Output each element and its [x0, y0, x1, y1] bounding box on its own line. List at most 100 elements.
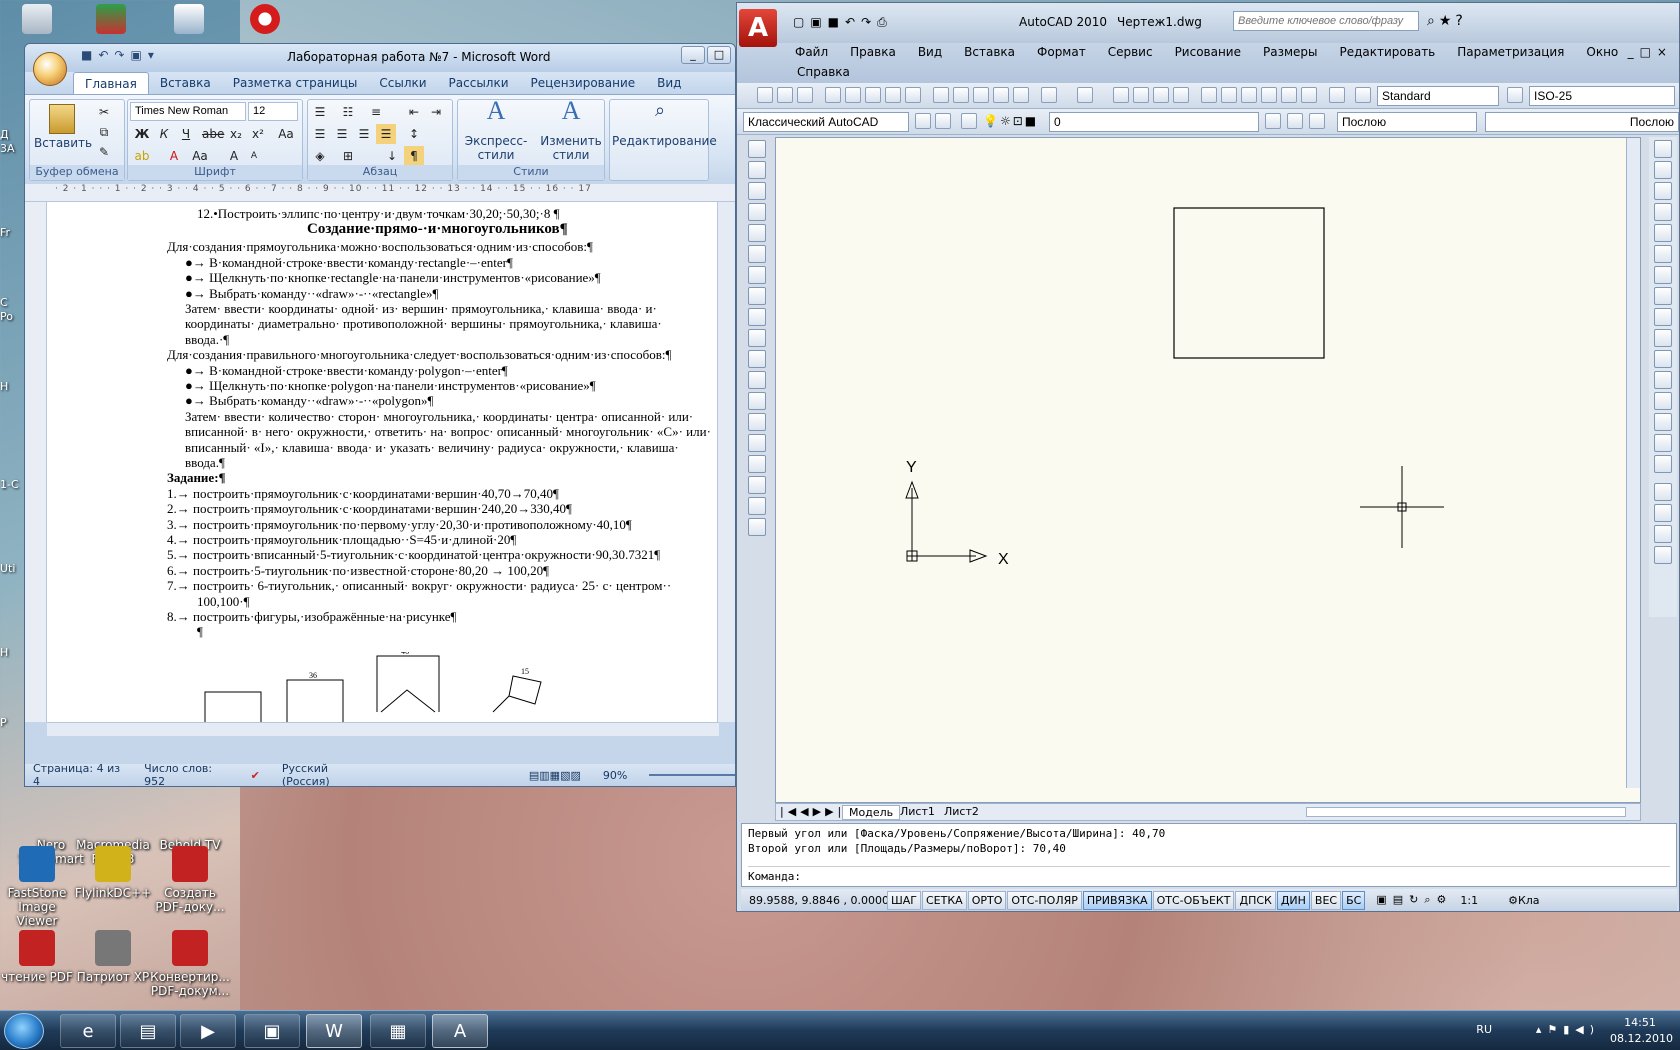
app-icon-2[interactable] — [174, 4, 204, 34]
3dprint-icon[interactable] — [885, 87, 901, 103]
zoom-realtime-icon[interactable] — [1133, 87, 1149, 103]
start-button[interactable] — [4, 1013, 44, 1049]
bullets-icon[interactable]: ☰ — [310, 102, 330, 122]
taskbar-autocad-icon[interactable]: A — [432, 1014, 488, 1048]
workspace-switch-icon[interactable]: ⚙ — [1508, 894, 1518, 907]
menu-window[interactable]: Окно — [1586, 45, 1618, 59]
language[interactable]: Русский (Россия) — [282, 762, 371, 786]
justify-icon[interactable]: ☰ — [376, 124, 396, 144]
vertical-scrollbar[interactable] — [717, 202, 735, 722]
menu-modify[interactable]: Редактировать — [1340, 45, 1436, 59]
align-left-icon[interactable]: ☰ — [310, 124, 330, 144]
mtext-icon[interactable] — [748, 518, 766, 536]
line-spacing-icon[interactable]: ↕ — [404, 124, 424, 144]
drawing-canvas[interactable]: Y X — [775, 137, 1641, 803]
help-icon[interactable] — [1329, 87, 1345, 103]
increase-indent-icon[interactable]: ⇥ — [426, 102, 446, 122]
taskbar-monitor-icon[interactable]: ▦ — [370, 1014, 426, 1048]
point-icon[interactable] — [748, 413, 766, 431]
circle-icon[interactable] — [748, 266, 766, 284]
bold-icon[interactable]: Ж — [132, 124, 152, 144]
status-toggle-button[interactable]: ОТС-ПОЛЯР — [1007, 890, 1082, 910]
status-toggle-button[interactable]: ШАГ — [887, 890, 921, 910]
tab-references[interactable]: Ссылки — [368, 72, 437, 94]
text-style-select[interactable]: Standard — [1377, 86, 1499, 106]
shrink-font-icon[interactable]: A — [244, 146, 264, 166]
status-toggle-button[interactable]: ПРИВЯЗКА — [1082, 890, 1152, 910]
bring-front-icon[interactable] — [1654, 504, 1672, 522]
properties-icon[interactable] — [1201, 87, 1217, 103]
autocad-menu-button[interactable]: A — [739, 9, 777, 47]
copy-icon[interactable] — [953, 87, 969, 103]
insert-block-icon[interactable] — [748, 371, 766, 389]
menu-edit[interactable]: Правка — [850, 45, 896, 59]
doc-window-controls[interactable]: _□× — [1628, 45, 1673, 59]
linetype-select[interactable]: Послою — [1485, 112, 1679, 132]
status-toggle-button[interactable]: ДПСК — [1235, 890, 1276, 910]
break-icon[interactable] — [1654, 371, 1672, 389]
move-icon[interactable] — [1654, 245, 1672, 263]
status-toggle-button[interactable]: ВЕС — [1310, 890, 1342, 910]
rotate-icon[interactable] — [1654, 266, 1672, 284]
menu-file[interactable]: Файл — [795, 45, 828, 59]
dim-style-icon[interactable] — [1507, 87, 1523, 103]
match-properties-icon[interactable] — [993, 87, 1009, 103]
menu-help[interactable]: Справка — [797, 65, 850, 79]
zoom-window-icon[interactable] — [1153, 87, 1169, 103]
polyline-icon[interactable] — [748, 182, 766, 200]
cut-icon[interactable] — [933, 87, 949, 103]
menu-parametric[interactable]: Параметризация — [1457, 45, 1564, 59]
desktop-icon-flylink[interactable]: FlylinkDC++ — [72, 846, 154, 900]
markup-icon[interactable] — [1281, 87, 1297, 103]
search-input-box[interactable] — [1233, 11, 1419, 31]
underline-icon[interactable]: Ч — [176, 124, 196, 144]
taskbar-word-icon[interactable]: W — [306, 1014, 362, 1048]
autocad-titlebar[interactable]: A ▢▣■↶↷⎙ AutoCAD 2010 Чертеж1.dwg ⌕★? — [737, 3, 1679, 47]
sort-icon[interactable]: ↓ — [382, 146, 402, 166]
calc-icon[interactable] — [1301, 87, 1317, 103]
coordinates-display[interactable]: 89.9588, 9.8846 , 0.0000 — [741, 894, 889, 907]
align-center-icon[interactable]: ☰ — [332, 124, 352, 144]
layer-manager-icon[interactable] — [935, 113, 951, 129]
tab-nav-icons[interactable]: |◀◀▶▶| — [780, 805, 845, 818]
offset-icon[interactable] — [1654, 203, 1672, 221]
format-painter-icon[interactable]: ✎ — [94, 142, 114, 162]
canvas-vscroll[interactable] — [1626, 138, 1640, 788]
print-preview-icon[interactable]: ▣ — [130, 48, 141, 62]
ellipse-arc-icon[interactable] — [748, 350, 766, 368]
sheet-set-icon[interactable] — [1261, 87, 1277, 103]
office-button[interactable] — [33, 52, 67, 86]
spellcheck-icon[interactable]: ✔ — [251, 769, 260, 782]
region-icon[interactable] — [748, 476, 766, 494]
spline-icon[interactable] — [748, 308, 766, 326]
document-page[interactable]: 12.•Построить·эллипс·по·центру·и·двум·то… — [47, 202, 719, 722]
layer-isolate-icon[interactable] — [1309, 113, 1325, 129]
publish-icon[interactable] — [865, 87, 881, 103]
paste-button[interactable]: Вставить — [34, 104, 92, 150]
shading-icon[interactable]: ◈ — [310, 146, 330, 166]
clear-format-icon[interactable]: Aa — [276, 124, 296, 144]
redo-icon[interactable]: ↷ — [114, 48, 124, 62]
grow-font-icon[interactable]: A — [224, 146, 244, 166]
word-count[interactable]: Число слов: 952 — [144, 762, 228, 786]
quick-styles-button[interactable]: A Экспресс-стили — [460, 98, 532, 163]
taskbar-media-icon[interactable]: ▶ — [180, 1014, 236, 1048]
recycle-bin-icon[interactable] — [22, 4, 52, 34]
mirror-icon[interactable] — [1654, 182, 1672, 200]
zoom-slider[interactable] — [649, 774, 735, 776]
trim-icon[interactable] — [1654, 329, 1672, 347]
erase-icon[interactable] — [1654, 140, 1672, 158]
command-window[interactable]: Первый угол или [Фаска/Уровень/Сопряжени… — [741, 823, 1677, 887]
word-window[interactable]: ■ ↶ ↷ ▣ ▾ Лабораторная работа №7 - Micro… — [24, 43, 736, 787]
menu-draw[interactable]: Рисование — [1175, 45, 1241, 59]
join-icon[interactable] — [1654, 392, 1672, 410]
design-center-icon[interactable] — [1221, 87, 1237, 103]
gradient-icon[interactable] — [748, 455, 766, 473]
extend-icon[interactable] — [1654, 350, 1672, 368]
tab-view[interactable]: Вид — [646, 72, 692, 94]
tab-insert[interactable]: Вставка — [149, 72, 222, 94]
tool-palettes-icon[interactable] — [1241, 87, 1257, 103]
workspace-select[interactable]: Классический AutoCAD — [743, 112, 909, 132]
tray-icons[interactable]: ▴⚑▮◀) — [1536, 1023, 1600, 1036]
menu-format[interactable]: Формат — [1037, 45, 1086, 59]
